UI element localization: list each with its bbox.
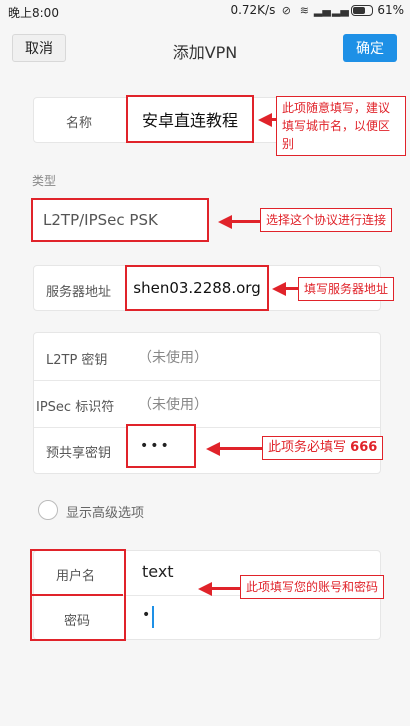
psk-annotation-value: 666	[350, 440, 378, 455]
ipsec-id-label: IPSec 标识符	[36, 400, 115, 415]
l2tp-key-label: L2TP 密钥	[46, 353, 108, 368]
signal-4g-icon: ▂▄	[313, 3, 331, 17]
account-arrow-line	[210, 587, 242, 590]
battery-level: 61%	[377, 3, 404, 17]
confirm-button[interactable]: 确定	[343, 34, 397, 62]
type-annotation: 选择这个协议进行连接	[260, 208, 393, 232]
psk-input[interactable]: •••	[126, 424, 196, 468]
advanced-options-label[interactable]: 显示高级选项	[66, 502, 144, 521]
ipsec-id-value[interactable]: （未使用）	[138, 394, 208, 414]
net-speed: 0.72K/s	[230, 3, 276, 17]
name-input[interactable]: 安卓直连教程	[126, 95, 254, 143]
password-value[interactable]: •	[142, 607, 150, 623]
account-box-divider	[32, 594, 123, 596]
status-icons: 0.72K/s ⊘ ≋ ▂▄ ▂▄ 61%	[230, 3, 404, 17]
l2tp-key-value[interactable]: （未使用）	[138, 347, 208, 367]
server-value: shen03.2288.org	[133, 279, 261, 297]
battery-icon	[351, 4, 374, 16]
account-labels-box: 用户名 密码	[30, 549, 126, 641]
type-section-label: 类型	[32, 174, 57, 188]
status-bar: 晚上8:00 0.72K/s ⊘ ≋ ▂▄ ▂▄ 61%	[0, 0, 410, 24]
keys-divider-2	[34, 427, 380, 428]
mute-icon: ⊘	[281, 3, 291, 17]
username-label: 用户名	[56, 569, 96, 584]
text-cursor	[152, 606, 154, 628]
server-arrow-line	[284, 287, 298, 290]
type-value: L2TP/IPSec PSK	[43, 211, 158, 229]
psk-arrow-line	[218, 447, 264, 450]
name-value: 安卓直连教程	[141, 111, 238, 130]
signal-1x-icon: ▂▄	[331, 3, 349, 17]
username-value[interactable]: text	[142, 562, 174, 581]
psk-value: •••	[140, 438, 171, 454]
advanced-options-radio[interactable]	[38, 500, 58, 520]
name-annotation: 此项随意填写，建议填写城市名，以便区别	[276, 96, 406, 156]
server-annotation: 填写服务器地址	[298, 277, 395, 301]
type-select[interactable]: L2TP/IPSec PSK	[31, 198, 209, 242]
wifi-icon: ≋	[299, 3, 309, 17]
app-header: 取消 添加VPN 确定	[0, 24, 410, 78]
type-arrow-line	[230, 220, 260, 223]
server-label: 服务器地址	[46, 285, 112, 300]
status-time: 晚上8:00	[8, 6, 59, 20]
password-label: 密码	[64, 614, 91, 629]
psk-label: 预共享密钥	[46, 446, 112, 461]
psk-annotation-text: 此项务必填写	[268, 440, 347, 455]
psk-annotation: 此项务必填写 666	[262, 436, 384, 460]
server-input[interactable]: shen03.2288.org	[125, 265, 269, 311]
keys-divider-1	[34, 380, 380, 381]
account-annotation: 此项填写您的账号和密码	[240, 575, 385, 599]
name-label: 名称	[66, 116, 93, 131]
